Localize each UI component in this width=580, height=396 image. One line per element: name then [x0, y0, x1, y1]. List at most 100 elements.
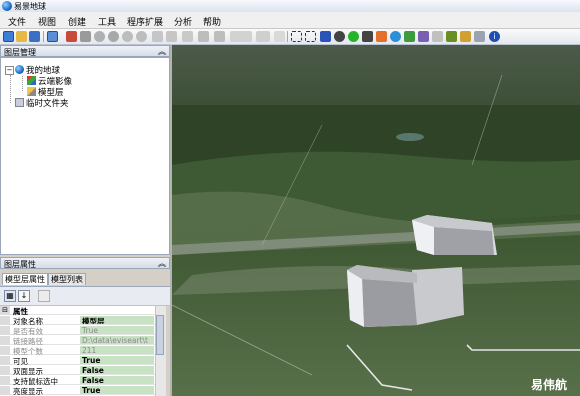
- property-pages-icon[interactable]: [38, 290, 50, 302]
- tree-item-my-earth[interactable]: 我的地球: [15, 64, 60, 76]
- property-value[interactable]: 211: [80, 346, 154, 354]
- scrollbar-thumb[interactable]: [156, 315, 164, 355]
- property-grid: ⊟ 属性 对象名称 模型层 是否有效 True 链接路径 D:\data\evi…: [0, 306, 165, 396]
- flag-icon[interactable]: [418, 31, 429, 42]
- property-value[interactable]: True: [80, 386, 154, 394]
- move-icon[interactable]: [80, 31, 91, 42]
- terrain-render: [172, 45, 580, 396]
- property-value[interactable]: False: [80, 366, 154, 374]
- draw-icon[interactable]: [152, 31, 163, 42]
- line-icon[interactable]: [136, 31, 147, 42]
- property-value[interactable]: True: [80, 356, 154, 364]
- monitor-small-icon[interactable]: [256, 31, 270, 42]
- menu-create[interactable]: 创建: [68, 15, 86, 28]
- row-gutter: [0, 326, 10, 335]
- grid-icon[interactable]: [446, 31, 457, 42]
- categorized-icon[interactable]: ▦: [4, 290, 16, 302]
- properties-panel-title: 图层属性: [4, 260, 36, 269]
- property-value[interactable]: False: [80, 376, 154, 384]
- cloud-imagery-icon: [27, 76, 36, 85]
- globe-green-icon[interactable]: [348, 31, 359, 42]
- category-collapse-icon[interactable]: ⊟: [0, 306, 10, 315]
- toolbar-separator: [43, 31, 44, 42]
- pan-icon[interactable]: [334, 31, 345, 42]
- row-gutter: [0, 336, 10, 345]
- pond: [396, 133, 424, 141]
- pin-icon[interactable]: [460, 31, 471, 42]
- property-row[interactable]: 模型个数 211: [0, 346, 165, 356]
- property-toolbar: ▦ ↓: [0, 287, 170, 306]
- title-bar: 易景地球: [0, 0, 580, 12]
- open-icon[interactable]: [16, 31, 27, 42]
- ellipse-icon[interactable]: [122, 31, 133, 42]
- hline-icon[interactable]: [230, 31, 252, 42]
- tool-icon[interactable]: [66, 31, 77, 42]
- property-value[interactable]: D:\data\eviseart\t: [80, 336, 154, 344]
- building-model-2: [347, 265, 464, 327]
- window-icon[interactable]: [182, 31, 193, 42]
- row-gutter: [0, 366, 10, 375]
- image-icon[interactable]: [404, 31, 415, 42]
- property-row[interactable]: 双面显示 False: [0, 366, 165, 376]
- collapse-chevron-icon[interactable]: ︽: [158, 258, 166, 269]
- menu-help[interactable]: 帮助: [203, 15, 221, 28]
- print-icon[interactable]: [474, 31, 485, 42]
- property-row[interactable]: 是否有效 True: [0, 326, 165, 336]
- property-row[interactable]: 对象名称 模型层: [0, 316, 165, 326]
- wave-icon[interactable]: [274, 31, 285, 42]
- property-row[interactable]: 链接路径 D:\data\eviseart\t: [0, 336, 165, 346]
- refresh-icon[interactable]: [47, 31, 58, 42]
- cloud-icon[interactable]: [432, 31, 443, 42]
- folder-icon: [15, 98, 24, 107]
- tree-item-cloud-imagery[interactable]: 云端影像: [27, 75, 72, 87]
- menu-bar: 文件 视图 创建 工具 程序扩展 分析 帮助: [0, 12, 580, 29]
- layer-tree: − 我的地球 云端影像 模型层 临时文件夹: [0, 57, 170, 255]
- tab-model-list[interactable]: 模型列表: [48, 273, 86, 285]
- new-icon[interactable]: [3, 31, 14, 42]
- row-gutter: [0, 316, 10, 325]
- property-row[interactable]: 支持鼠标选中 False: [0, 376, 165, 386]
- select-icon[interactable]: [291, 31, 302, 42]
- compass-icon[interactable]: [362, 31, 373, 42]
- globe-map-view[interactable]: [172, 45, 580, 396]
- row-gutter: [0, 386, 10, 395]
- globe-icon: [15, 65, 24, 74]
- svg-text:易伟航: 易伟航: [531, 377, 567, 392]
- properties-panel-header: 图层属性 ︽: [0, 257, 170, 269]
- collapse-chevron-icon[interactable]: ︽: [158, 46, 166, 57]
- orbit-icon[interactable]: [108, 31, 119, 42]
- tree-expander[interactable]: −: [5, 66, 14, 75]
- tab-model-layer-properties[interactable]: 模型层属性: [2, 273, 48, 285]
- toolbar: i: [0, 29, 580, 45]
- tree-connector: [10, 75, 12, 103]
- property-category[interactable]: ⊟ 属性: [0, 306, 165, 316]
- sort-alpha-icon[interactable]: ↓: [18, 290, 30, 302]
- monitor-icon[interactable]: [198, 31, 209, 42]
- search-icon[interactable]: [390, 31, 401, 42]
- tree-item-model-layer[interactable]: 模型层: [27, 86, 64, 98]
- pointer-icon[interactable]: [320, 31, 331, 42]
- property-value[interactable]: True: [80, 326, 154, 334]
- menu-extensions[interactable]: 程序扩展: [127, 15, 163, 28]
- property-key: 亮度显示: [13, 387, 43, 396]
- window-title: 易景地球: [14, 2, 46, 11]
- property-value[interactable]: 模型层: [80, 316, 154, 324]
- layers-stack-icon[interactable]: [214, 31, 225, 42]
- app-globe-icon: [2, 1, 12, 11]
- save-icon[interactable]: [29, 31, 40, 42]
- menu-tools[interactable]: 工具: [98, 15, 116, 28]
- layers-icon[interactable]: [166, 31, 177, 42]
- zoom-area-icon[interactable]: [305, 31, 316, 42]
- menu-analysis[interactable]: 分析: [174, 15, 192, 28]
- menu-file[interactable]: 文件: [8, 15, 26, 28]
- row-gutter: [0, 346, 10, 355]
- map-icon[interactable]: [376, 31, 387, 42]
- tree-item-temp-folder[interactable]: 临时文件夹: [15, 97, 69, 109]
- toolbar-separator: [287, 31, 288, 42]
- layer-panel-header: 图层管理 ︽: [0, 45, 170, 57]
- property-row[interactable]: 可见 True: [0, 356, 165, 366]
- rotate-icon[interactable]: [94, 31, 105, 42]
- menu-view[interactable]: 视图: [38, 15, 56, 28]
- info-icon[interactable]: i: [489, 31, 500, 42]
- property-row[interactable]: 亮度显示 True: [0, 386, 165, 396]
